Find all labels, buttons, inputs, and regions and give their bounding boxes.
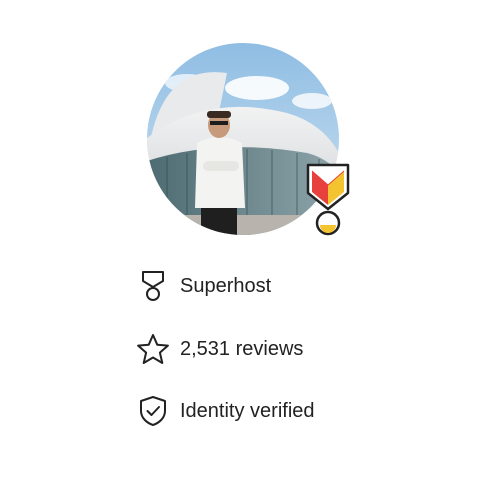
stat-reviews[interactable]: 2,531 reviews <box>136 331 436 367</box>
superhost-badge <box>306 163 350 239</box>
stat-identity-verified: Identity verified <box>136 393 436 429</box>
stat-label: 2,531 reviews <box>180 338 304 360</box>
stat-label: Identity verified <box>180 400 315 422</box>
stat-label: Superhost <box>180 275 272 297</box>
stat-superhost: Superhost <box>136 268 436 304</box>
medal-icon <box>136 269 170 303</box>
shield-check-icon <box>136 394 170 428</box>
star-icon <box>136 332 170 366</box>
